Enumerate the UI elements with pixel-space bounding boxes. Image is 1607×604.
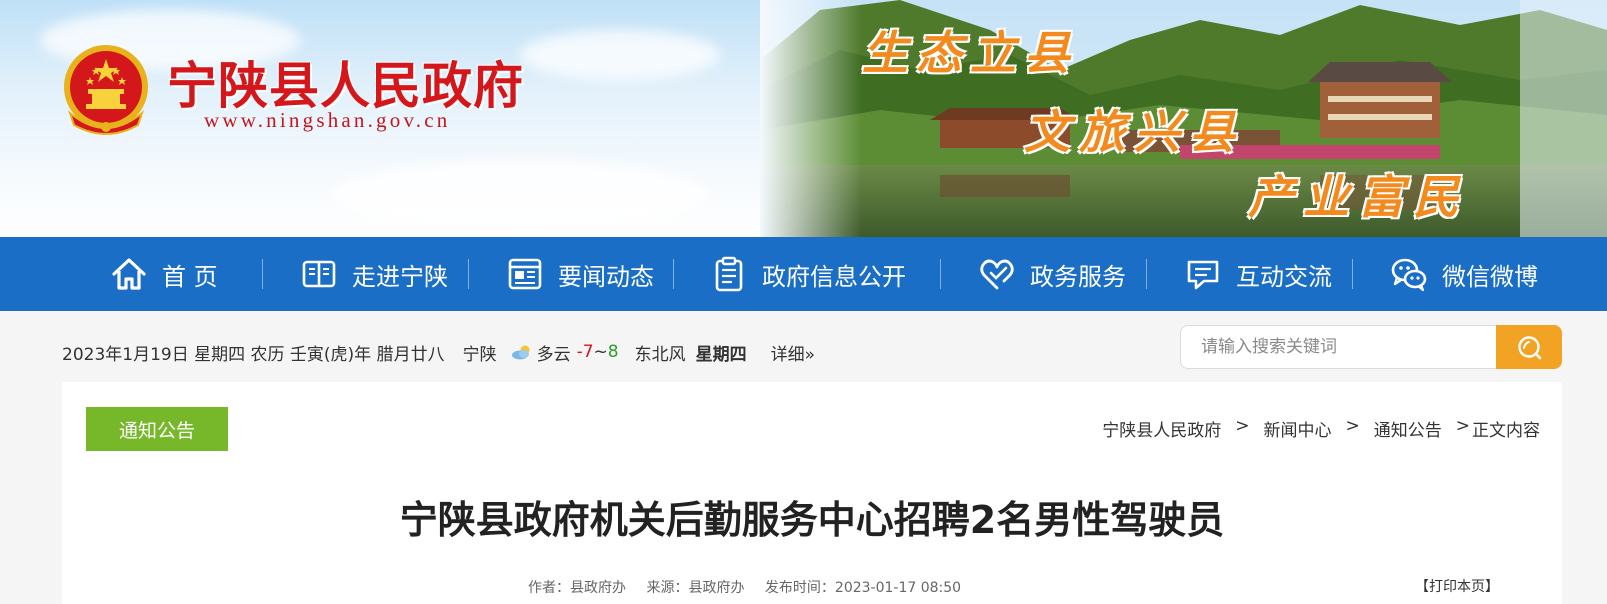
heart-icon <box>980 259 1014 290</box>
nav-divider <box>468 259 469 289</box>
current-date: 2023年1月19日 星期四 农历 壬寅(虎)年 腊月廿八 <box>62 344 445 365</box>
chat-icon <box>1187 260 1219 290</box>
search-box <box>1180 325 1562 369</box>
nav-item-interaction[interactable]: 互动交流 <box>1184 237 1332 311</box>
search-button[interactable] <box>1496 325 1562 369</box>
breadcrumb-separator: > <box>1345 416 1360 436</box>
news-icon <box>508 258 542 290</box>
slogan-industry: 产业富民 <box>1248 170 1468 224</box>
wind-direction: 东北风 <box>634 344 686 365</box>
search-input[interactable] <box>1180 325 1498 369</box>
nav-label: 要闻动态 <box>558 262 654 291</box>
article-meta: 作者：县政府办 来源：县政府办 发布时间：2023-01-17 08:50 <box>528 577 977 597</box>
article-source: 来源：县政府办 <box>646 580 745 596</box>
nav-label: 互动交流 <box>1236 262 1332 291</box>
nav-item-wechat-weibo[interactable]: 微信微博 <box>1390 237 1538 311</box>
weather-city: 宁陕 <box>462 344 497 365</box>
home-icon <box>112 258 146 290</box>
nav-label: 政府信息公开 <box>762 262 906 291</box>
nav-item-about[interactable]: 走进宁陕 <box>300 237 448 311</box>
nav-item-services[interactable]: 政务服务 <box>978 237 1126 311</box>
nav-item-news[interactable]: 要闻动态 <box>506 237 654 311</box>
nav-label: 首 页 <box>162 262 218 291</box>
breadcrumb-notices[interactable]: 通知公告 <box>1374 416 1442 441</box>
weather-detail-link[interactable]: 详细» <box>771 340 815 365</box>
category-tag[interactable]: 通知公告 <box>86 407 228 451</box>
nav-divider <box>673 259 674 289</box>
site-url: www.ningshan.gov.cn <box>204 108 451 132</box>
cloudy-weather-icon <box>511 345 530 360</box>
article-title: 宁陕县政府机关后勤服务中心招聘2名男性驾驶员 <box>399 498 1225 542</box>
slogan-tourism: 文旅兴县 <box>1024 105 1244 159</box>
breadcrumb-news-center[interactable]: 新闻中心 <box>1264 416 1332 441</box>
main-nav: 首 页 走进宁陕 要闻动态 政府信息公开 政务服务 互动交流 微信微博 <box>0 237 1607 311</box>
date-weather-bar: 2023年1月19日 星期四 农历 壬寅(虎)年 腊月廿八 宁陕 多云 -7 ~… <box>62 337 815 367</box>
nav-label: 政务服务 <box>1030 262 1126 291</box>
nav-item-home[interactable]: 首 页 <box>110 237 218 311</box>
breadcrumb-separator: > <box>1235 416 1250 436</box>
cloud-decoration <box>520 30 720 80</box>
clipboard-icon <box>715 256 743 292</box>
cloud-decoration <box>330 160 710 230</box>
temp-separator: ~ <box>593 342 608 362</box>
book-icon <box>302 260 336 288</box>
breadcrumb-home[interactable]: 宁陕县人民政府 <box>1102 416 1221 441</box>
nav-divider <box>940 259 941 289</box>
breadcrumb: 宁陕县人民政府 > 新闻中心 > 通知公告 > 正文内容 <box>1102 416 1540 441</box>
weather-condition: 多云 <box>536 344 571 365</box>
breadcrumb-current: 正文内容 <box>1472 421 1540 441</box>
nav-divider <box>1146 259 1147 289</box>
breadcrumb-separator: > <box>1455 416 1470 436</box>
nav-item-info-disclosure[interactable]: 政府信息公开 <box>710 237 906 311</box>
temp-high: 8 <box>607 342 619 362</box>
article-published-time: 发布时间：2023-01-17 08:50 <box>764 580 962 596</box>
print-page-link[interactable]: 【打印本页】 <box>1415 576 1499 596</box>
temp-low: -7 <box>576 342 594 362</box>
nav-divider <box>1352 259 1353 289</box>
search-icon <box>1518 336 1542 360</box>
header-banner: 宁陕县人民政府 www.ningshan.gov.cn 生态立县 文旅兴县 产业… <box>0 0 1607 237</box>
nav-divider <box>262 259 263 289</box>
weather-weekday: 星期四 <box>695 344 747 365</box>
article-panel: 通知公告 宁陕县人民政府 > 新闻中心 > 通知公告 > 正文内容 宁陕县政府机… <box>62 382 1562 604</box>
national-emblem-logo[interactable] <box>60 43 152 139</box>
wechat-icon <box>1391 258 1427 292</box>
nav-label: 走进宁陕 <box>352 262 448 291</box>
article-author: 作者：县政府办 <box>528 580 626 596</box>
slogan-ecology: 生态立县 <box>862 26 1078 80</box>
nav-label: 微信微博 <box>1442 262 1538 291</box>
